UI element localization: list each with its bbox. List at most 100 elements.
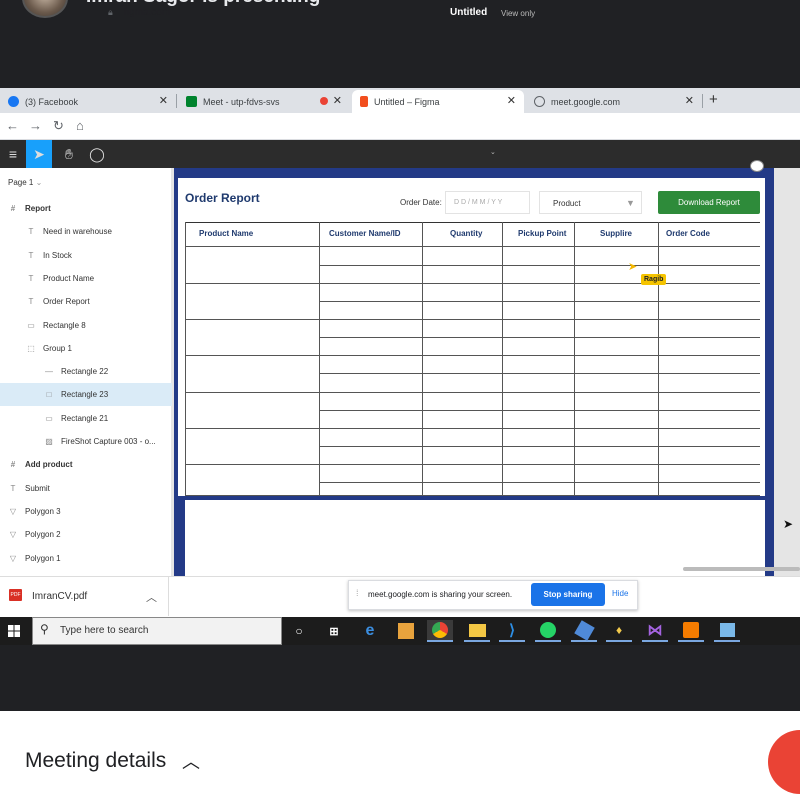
collaborator-label: Ragib bbox=[641, 274, 667, 285]
layer-item[interactable]: □ Rectangle 23 bbox=[0, 383, 172, 407]
collaborator-cursor-icon: ➤ bbox=[628, 261, 638, 273]
tab-label: Meet - utp-fdvs-svs bbox=[203, 96, 280, 107]
forward-arrow-icon[interactable]: → bbox=[29, 118, 42, 133]
table-column-line bbox=[658, 222, 659, 496]
table-top-line bbox=[185, 222, 760, 223]
layer-item[interactable]: T Submit bbox=[0, 477, 172, 500]
layer-item[interactable]: ▨ FireShot Capture 003 - o... bbox=[0, 430, 172, 453]
layer-label: Polygon 3 bbox=[25, 506, 61, 516]
reload-icon[interactable]: ↻ bbox=[53, 118, 64, 134]
tab-figma[interactable]: Untitled – Figma ✕ bbox=[352, 90, 524, 113]
horizontal-scrollbar[interactable] bbox=[683, 567, 800, 571]
globe-icon bbox=[534, 96, 545, 107]
close-icon[interactable]: ✕ bbox=[333, 94, 342, 107]
download-divider bbox=[168, 577, 169, 616]
meeting-details-label[interactable]: Meeting details bbox=[25, 749, 166, 773]
back-arrow-icon[interactable]: ← bbox=[6, 118, 19, 133]
layer-item[interactable]: ▽ Polygon 1 bbox=[0, 547, 172, 570]
drag-handle-icon[interactable]: ⁞ bbox=[356, 588, 359, 598]
menu-icon[interactable]: ≡ bbox=[0, 140, 26, 168]
stop-sharing-button[interactable]: Stop sharing bbox=[531, 583, 605, 606]
tab-meet-google[interactable]: meet.google.com ✕ bbox=[526, 90, 702, 113]
whatsapp-icon[interactable] bbox=[540, 622, 556, 638]
report-title: Order Report bbox=[185, 191, 260, 205]
visual-studio-icon[interactable]: ⋈ bbox=[642, 620, 668, 642]
sublime-icon[interactable] bbox=[398, 623, 414, 639]
layer-item[interactable]: T In Stock bbox=[0, 244, 172, 267]
layer-type-icon: ▽ bbox=[9, 530, 17, 540]
layer-item[interactable]: ▭ Rectangle 8 bbox=[0, 314, 172, 337]
table-row-line bbox=[319, 410, 760, 411]
layer-item[interactable]: T Need in warehouse bbox=[0, 220, 172, 243]
layer-item[interactable]: # Add product bbox=[0, 453, 172, 476]
layer-label: Group 1 bbox=[43, 343, 72, 353]
table-row-line bbox=[185, 428, 760, 429]
download-filename[interactable]: ImranCV.pdf bbox=[32, 591, 87, 602]
layer-label: Need in warehouse bbox=[43, 227, 112, 237]
table-column-line bbox=[574, 222, 575, 496]
task-view-icon[interactable]: ⊞ bbox=[321, 620, 347, 642]
table-row-line bbox=[319, 301, 760, 302]
close-icon[interactable]: ✕ bbox=[507, 94, 516, 107]
table-row-line bbox=[319, 337, 760, 338]
chrome-icon[interactable] bbox=[432, 622, 448, 638]
close-icon[interactable]: ✕ bbox=[685, 94, 694, 107]
layer-type-icon: ▭ bbox=[45, 413, 53, 423]
layer-item[interactable]: ⬚ Group 1 bbox=[0, 337, 172, 360]
chevron-up-icon[interactable]: ︿ bbox=[146, 589, 157, 605]
chevron-down-icon[interactable]: ⌄ bbox=[490, 148, 496, 156]
table-row-line bbox=[319, 265, 760, 266]
layer-label: Rectangle 22 bbox=[61, 367, 109, 377]
layer-label: Order Report bbox=[43, 297, 90, 307]
meet-icon bbox=[186, 96, 197, 107]
close-icon[interactable]: ✕ bbox=[159, 94, 168, 107]
secondary-card bbox=[185, 500, 765, 576]
column-header: Pickup Point bbox=[518, 229, 567, 238]
file-title[interactable]: Untitled bbox=[450, 7, 487, 18]
windows-start-icon[interactable] bbox=[8, 625, 20, 637]
layer-label: Rectangle 23 bbox=[61, 390, 109, 400]
move-tool-icon[interactable]: ➤ bbox=[26, 140, 52, 168]
vscode-icon[interactable]: ⟩ bbox=[499, 620, 525, 642]
chevron-up-icon[interactable]: ︿ bbox=[182, 748, 200, 774]
layer-type-icon: ▭ bbox=[27, 320, 35, 330]
layer-item[interactable]: ▽ Polygon 2 bbox=[0, 523, 172, 546]
layer-type-icon: ▽ bbox=[9, 553, 17, 563]
raise-hand-button[interactable] bbox=[768, 730, 800, 794]
page-selector[interactable]: Page 1 ⌄ bbox=[8, 178, 42, 187]
comment-tool-icon[interactable]: ◯ bbox=[84, 140, 110, 168]
url-field[interactable]: figma.com bbox=[124, 7, 170, 18]
app-hex-icon[interactable] bbox=[573, 619, 595, 641]
layer-item[interactable]: # Report bbox=[0, 197, 172, 220]
facebook-icon bbox=[8, 96, 19, 107]
hide-button[interactable]: Hide bbox=[612, 589, 628, 598]
tab-facebook[interactable]: (3) Facebook ✕ bbox=[0, 90, 176, 113]
download-report-button[interactable]: Download Report bbox=[658, 191, 760, 214]
layer-item[interactable]: T Order Report bbox=[0, 290, 172, 313]
cortana-icon[interactable]: ○ bbox=[286, 620, 312, 642]
xampp-icon[interactable] bbox=[683, 622, 699, 638]
python-icon[interactable]: ♦ bbox=[606, 620, 632, 642]
new-tab-plus-icon[interactable]: + bbox=[709, 91, 718, 108]
pdf-file-icon: PDF bbox=[9, 589, 22, 601]
order-date-label: Order Date: bbox=[400, 198, 442, 207]
table-row-line bbox=[185, 319, 760, 320]
home-icon[interactable]: ⌂ bbox=[76, 118, 84, 133]
meet-dark-area bbox=[0, 645, 800, 711]
order-date-input[interactable]: D D / M M / Y Y bbox=[445, 191, 530, 214]
hand-tool-icon[interactable]: ✋︎ bbox=[56, 140, 82, 168]
tab-divider bbox=[176, 94, 177, 108]
layer-item[interactable]: — Rectangle 22 bbox=[0, 360, 172, 383]
layer-item[interactable]: T Product Name bbox=[0, 267, 172, 290]
tab-meet[interactable]: Meet - utp-fdvs-svs ✕ bbox=[178, 90, 350, 113]
layer-type-icon: □ bbox=[46, 390, 52, 400]
file-explorer-icon[interactable] bbox=[468, 623, 486, 637]
notepad-icon[interactable] bbox=[719, 623, 735, 637]
layer-item[interactable]: ▽ Polygon 3 bbox=[0, 500, 172, 523]
layer-type-icon: T bbox=[28, 297, 34, 307]
layer-type-icon: T bbox=[10, 483, 16, 493]
layer-item[interactable]: ▭ Rectangle 21 bbox=[0, 407, 172, 430]
dropdown-triangle-icon[interactable]: ▼ bbox=[626, 198, 635, 208]
edge-icon[interactable]: e bbox=[357, 620, 383, 642]
table-row-line bbox=[185, 392, 760, 393]
